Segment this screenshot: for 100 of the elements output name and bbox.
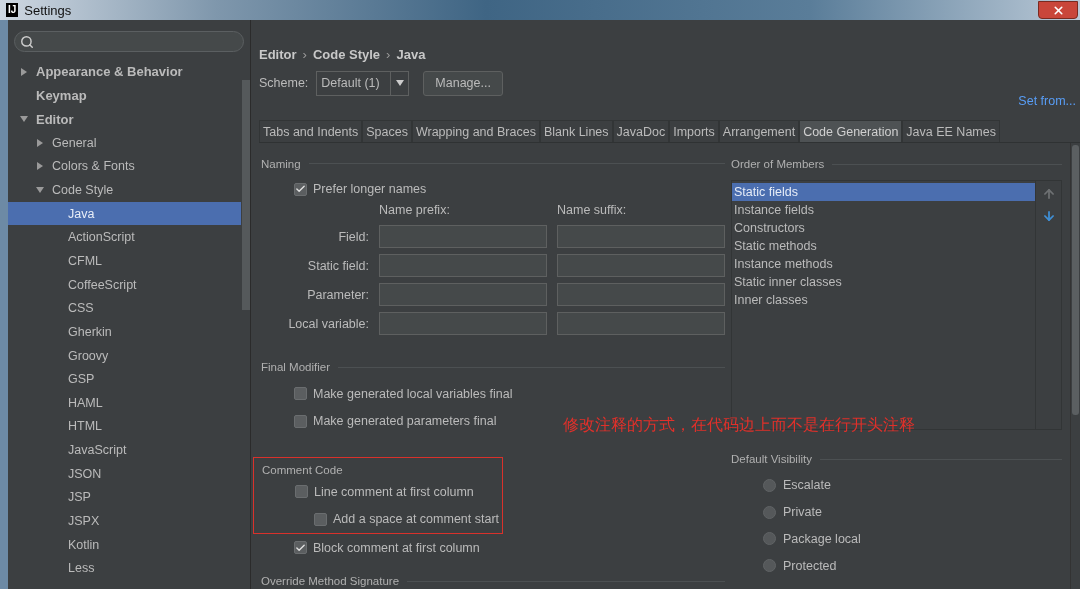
- radio-button[interactable]: [763, 505, 776, 519]
- tree-item[interactable]: JSP: [8, 485, 241, 510]
- breadcrumb-item: Java: [396, 47, 426, 62]
- section-title: Default Visibility: [731, 453, 812, 465]
- suffix-field[interactable]: [557, 283, 725, 307]
- checkbox[interactable]: [294, 414, 307, 428]
- scrollbar-thumb[interactable]: [1072, 145, 1079, 415]
- scrollbar[interactable]: [242, 80, 250, 310]
- checkbox[interactable]: [294, 541, 307, 555]
- suffix-field[interactable]: [557, 225, 725, 249]
- radio-label: Private: [783, 505, 822, 520]
- expand-down-icon[interactable]: [20, 115, 28, 124]
- set-from-link[interactable]: Set from...: [1018, 94, 1076, 114]
- tree-item[interactable]: Colors & Fonts: [8, 154, 241, 179]
- checkbox-label: Add a space at comment start: [333, 512, 500, 527]
- move-up-icon[interactable]: [1041, 187, 1056, 201]
- tab[interactable]: Code Generation: [799, 120, 903, 142]
- tree-item[interactable]: Less: [8, 556, 241, 581]
- checkbox-label: Make generated local variables final: [313, 386, 513, 401]
- list-item[interactable]: Instance methods: [732, 255, 1035, 273]
- section-title: Final Modifier: [261, 361, 331, 373]
- prefix-field[interactable]: [379, 225, 547, 249]
- list-item[interactable]: Static methods: [732, 237, 1035, 255]
- tree-item[interactable]: JavaScript: [8, 438, 241, 462]
- tree-item[interactable]: General: [8, 130, 241, 155]
- checkbox-label: Prefer longer names: [313, 182, 427, 197]
- expand-right-icon[interactable]: [20, 67, 28, 76]
- tree-item[interactable]: HAML: [8, 390, 241, 415]
- checkbox[interactable]: [295, 485, 308, 499]
- tree-item[interactable]: JSPX: [8, 509, 241, 533]
- tab[interactable]: Java EE Names: [902, 120, 1000, 142]
- field-label: Static field:: [306, 258, 369, 273]
- field-label: Field:: [337, 229, 369, 244]
- breadcrumb-item: Editor: [259, 47, 297, 62]
- expand-right-icon[interactable]: [36, 162, 44, 171]
- tab[interactable]: Arrangement: [718, 120, 800, 142]
- tree-item[interactable]: CFML: [8, 249, 241, 273]
- checkbox-label: Block comment at first column: [313, 540, 480, 555]
- radio-button[interactable]: [763, 532, 776, 546]
- tree-item[interactable]: Editor: [8, 107, 241, 131]
- checkbox[interactable]: [294, 387, 307, 401]
- column-header: Name prefix:: [379, 203, 451, 220]
- tree-item[interactable]: Groovy: [8, 343, 241, 368]
- scheme-label: Scheme:: [259, 76, 309, 90]
- radio-label: Escalate: [783, 478, 831, 493]
- tree-item[interactable]: Gherkin: [8, 320, 241, 344]
- prefix-field[interactable]: [379, 254, 547, 278]
- tree-item[interactable]: HTML: [8, 414, 241, 439]
- tab[interactable]: Spaces: [362, 120, 412, 142]
- expand-right-icon[interactable]: [36, 138, 44, 147]
- tree-item[interactable]: CoffeeScript: [8, 272, 241, 297]
- section-title: Override Method Signature: [261, 575, 400, 588]
- tree-item[interactable]: GSP: [8, 367, 241, 391]
- radio-label: Package local: [783, 532, 861, 546]
- list-item[interactable]: Static inner classes: [732, 273, 1035, 291]
- tree-item[interactable]: Keymap: [8, 83, 241, 108]
- tree-item[interactable]: Appearance & Behavior: [8, 60, 241, 84]
- app-logo: IJ: [6, 3, 19, 17]
- manage-button[interactable]: Manage...: [423, 70, 503, 96]
- annotation-text: 修改注释的方式，在代码边上而不是在行开头注释: [563, 415, 915, 436]
- tree-item[interactable]: Java: [8, 201, 241, 226]
- list-item[interactable]: Static fields: [732, 183, 1035, 201]
- list-item[interactable]: Inner classes: [732, 291, 1035, 309]
- expand-down-icon[interactable]: [36, 186, 44, 194]
- field-label: Parameter:: [306, 287, 369, 302]
- tree-item[interactable]: CSS: [8, 296, 241, 321]
- radio-button[interactable]: [763, 559, 776, 573]
- search-field[interactable]: [14, 31, 244, 52]
- prefix-field[interactable]: [379, 312, 547, 336]
- breadcrumb-separator: ›: [302, 47, 307, 62]
- tab[interactable]: Imports: [669, 120, 719, 142]
- section-title: Naming: [261, 157, 301, 170]
- section-title: Comment Code: [262, 463, 343, 476]
- checkbox[interactable]: [314, 512, 327, 526]
- dropdown-arrow-icon: [395, 80, 404, 86]
- column-header: Name suffix:: [557, 203, 628, 220]
- breadcrumb-item: Code Style: [312, 47, 381, 62]
- close-icon: [1051, 3, 1065, 17]
- search-icon: [20, 34, 34, 49]
- move-down-icon[interactable]: [1041, 209, 1056, 223]
- radio-button[interactable]: [763, 478, 776, 492]
- checkbox-label: Make generated parameters final: [313, 414, 497, 429]
- tree-item[interactable]: Kotlin: [8, 532, 241, 557]
- list-item[interactable]: Instance fields: [732, 201, 1035, 219]
- suffix-field[interactable]: [557, 312, 725, 336]
- list-item[interactable]: Constructors: [732, 219, 1035, 237]
- tab[interactable]: JavaDoc: [612, 120, 670, 142]
- tab[interactable]: Blank Lines: [539, 120, 613, 142]
- tab[interactable]: Tabs and Indents: [259, 120, 363, 142]
- prefix-field[interactable]: [379, 283, 547, 307]
- tree-item[interactable]: JSON: [8, 461, 241, 486]
- close-button[interactable]: [1038, 1, 1078, 19]
- tab[interactable]: Wrapping and Braces: [411, 120, 540, 142]
- tree-item[interactable]: ActionScript: [8, 225, 241, 250]
- checkbox[interactable]: [294, 182, 307, 196]
- field-label: Local variable:: [287, 316, 369, 331]
- tree-item[interactable]: Code Style: [8, 178, 241, 202]
- checkbox-label: Line comment at first column: [314, 484, 474, 499]
- scheme-dropdown[interactable]: Default (1): [316, 70, 410, 96]
- suffix-field[interactable]: [557, 254, 725, 278]
